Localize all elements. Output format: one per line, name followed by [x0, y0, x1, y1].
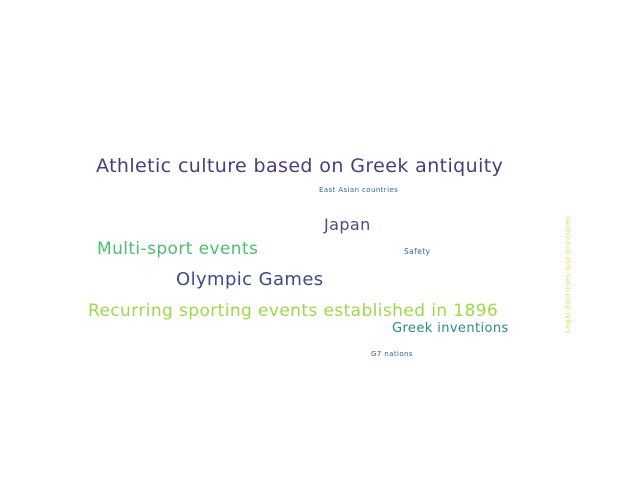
word-multi-sport-events: Multi-sport events: [97, 239, 259, 259]
word-cloud: Athletic culture based on Greek antiquit…: [0, 0, 640, 480]
word-greek-inventions: Greek inventions: [392, 321, 509, 336]
word-athletic-culture: Athletic culture based on Greek antiquit…: [96, 155, 504, 177]
word-safety: Safety: [404, 247, 431, 256]
word-legal-doctrines: Legal doctrines and principles: [564, 216, 572, 333]
word-east-asian-countries: East Asian countries: [319, 186, 399, 194]
word-olympic-games: Olympic Games: [176, 269, 324, 290]
word-japan: Japan: [324, 215, 371, 234]
word-recurring-sporting-events: Recurring sporting events established in…: [88, 301, 499, 321]
word-g7-nations: G7 nations: [371, 350, 413, 358]
